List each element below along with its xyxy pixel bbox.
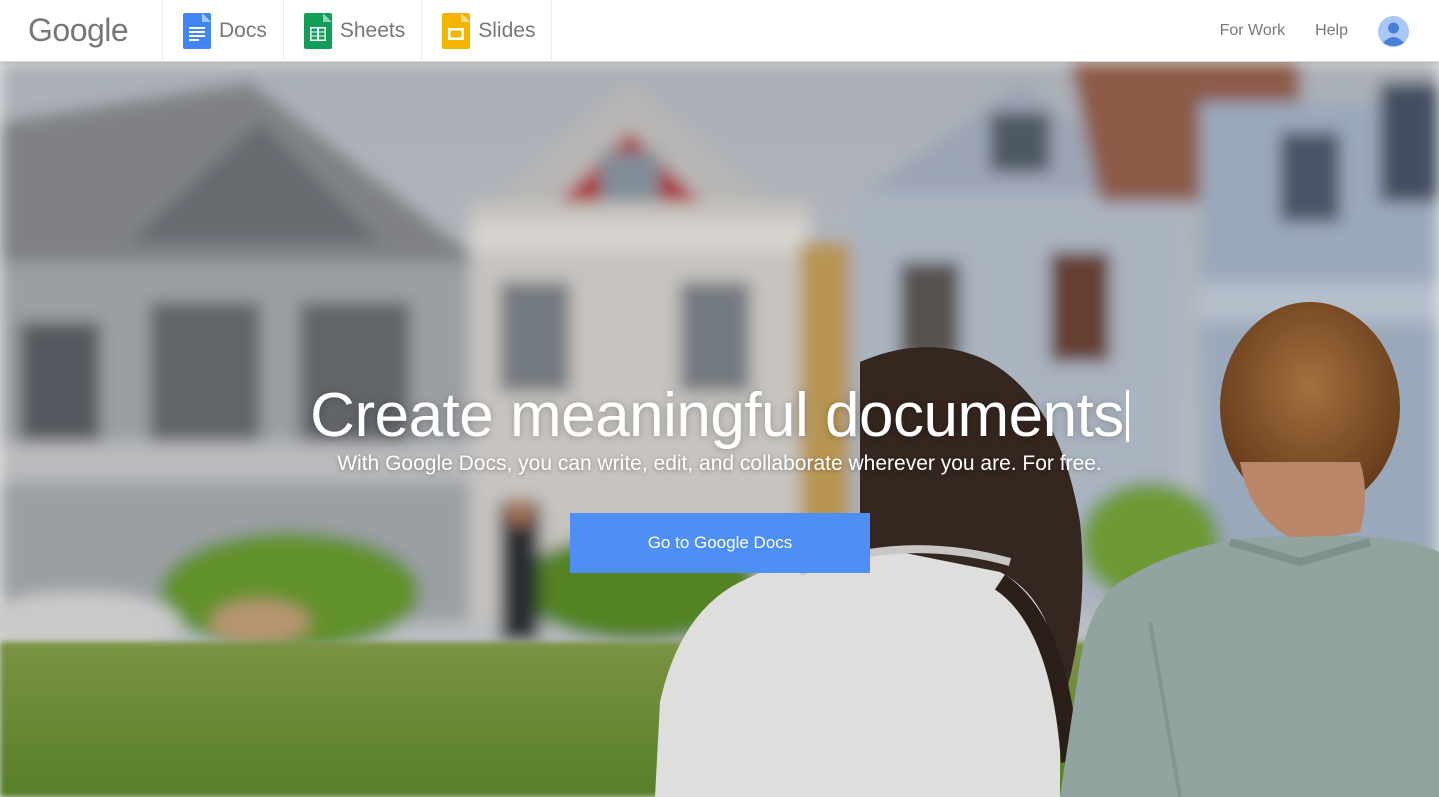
top-header: Google Docs Sheets Slides For Work Help: [0, 0, 1439, 62]
for-work-link[interactable]: For Work: [1220, 22, 1285, 40]
product-tabs: Docs Sheets Slides: [162, 0, 553, 62]
tab-docs[interactable]: Docs: [162, 0, 283, 62]
go-to-google-docs-button[interactable]: Go to Google Docs: [570, 513, 870, 573]
account-avatar-icon[interactable]: [1378, 15, 1409, 47]
tab-slides-label: Slides: [478, 19, 536, 42]
tab-slides[interactable]: Slides: [421, 0, 553, 62]
help-link[interactable]: Help: [1315, 22, 1348, 40]
google-logo-icon: Google: [28, 12, 129, 48]
slides-icon: [442, 13, 471, 49]
hero-headline-text: Create meaningful documents: [310, 381, 1124, 450]
tab-sheets[interactable]: Sheets: [282, 0, 421, 62]
typing-cursor: [1125, 390, 1129, 442]
logo-text: Google: [28, 12, 128, 48]
right-nav: For Work Help: [1220, 0, 1409, 62]
hero-subline: With Google Docs, you can write, edit, a…: [337, 452, 1102, 475]
sheets-icon: [303, 13, 332, 49]
hero-headline: Create meaningful documents: [0, 380, 1439, 451]
google-logo[interactable]: Google: [28, 10, 134, 50]
tab-sheets-label: Sheets: [339, 19, 406, 42]
hero-section: Create meaningful documents With Google …: [0, 62, 1439, 797]
docs-icon: [183, 13, 211, 49]
tab-docs-label: Docs: [219, 19, 267, 42]
